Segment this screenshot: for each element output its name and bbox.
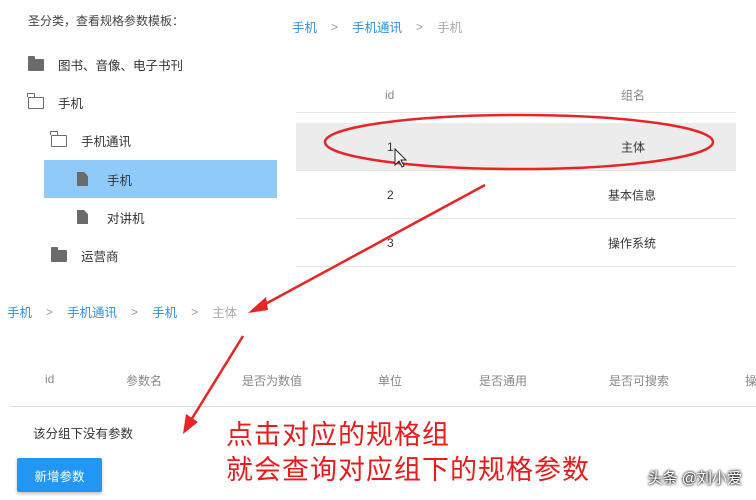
watermark: 头条 @刘小爱	[647, 470, 742, 487]
arrow-line	[257, 183, 486, 310]
arrow-head	[248, 297, 268, 313]
highlight-ellipse	[323, 113, 715, 171]
arrow-head	[183, 414, 198, 434]
annotation-line-1: 点击对应的规格组	[226, 420, 450, 451]
annotation-line-2: 就会查询对应组下的规格参数	[226, 455, 590, 486]
arrow-line	[186, 335, 245, 426]
